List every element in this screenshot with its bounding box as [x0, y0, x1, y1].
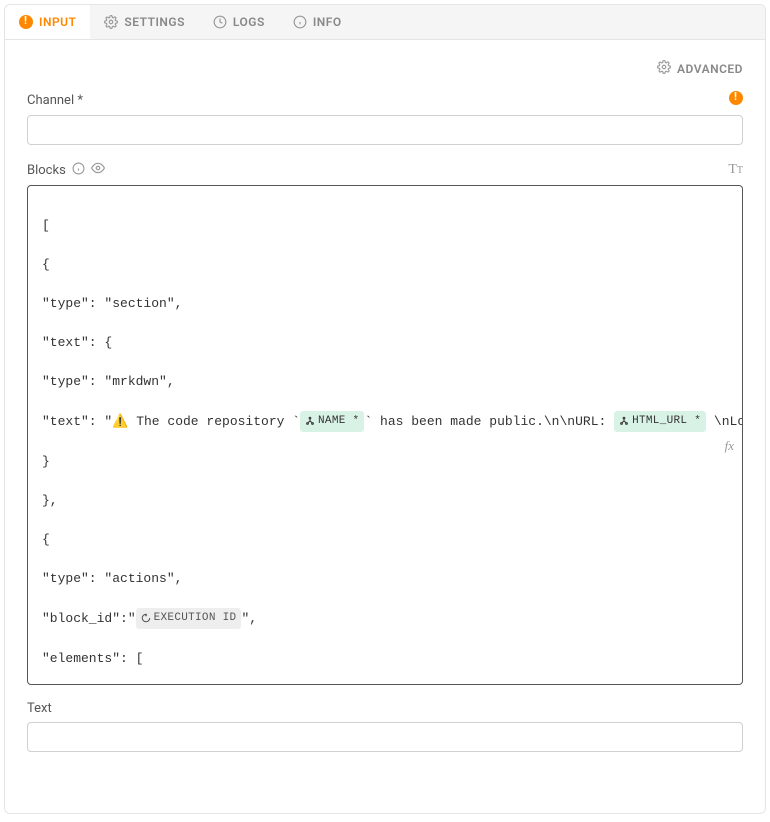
text-label: Text [27, 701, 52, 716]
channel-input[interactable] [27, 115, 743, 145]
tab-info[interactable]: INFO [279, 5, 356, 39]
code-line: { [42, 255, 728, 275]
tab-label: LOGS [233, 15, 265, 29]
fx-indicator[interactable]: fx [725, 436, 734, 456]
content-area: ADVANCED Channel * Blocks [5, 40, 765, 813]
gear-icon [657, 60, 671, 77]
blocks-code-editor[interactable]: [ { "type": "section", "text": { "type":… [27, 185, 743, 685]
code-line: "text": { [42, 333, 728, 353]
code-line: [ [42, 216, 728, 236]
clock-icon [213, 15, 227, 29]
blocks-label: Blocks [27, 163, 66, 178]
channel-label: Channel * [27, 93, 83, 108]
warning-icon [19, 15, 33, 29]
tab-label: INPUT [39, 15, 76, 29]
tab-bar: INPUT SETTINGS LOGS INFO [5, 5, 765, 40]
eye-icon[interactable] [91, 161, 105, 179]
text-field-group: Text [27, 701, 743, 752]
channel-field-group: Channel * [27, 91, 743, 145]
code-line: } [42, 452, 728, 472]
code-line: "type": "mrkdwn", [42, 372, 728, 392]
code-line: "text": "⚠️ The code repository `NAME *`… [42, 411, 728, 433]
gear-icon [104, 15, 118, 29]
code-line: { [42, 530, 728, 550]
input-panel: INPUT SETTINGS LOGS INFO [4, 4, 766, 814]
code-line: "elements": [ [42, 649, 728, 669]
tab-settings[interactable]: SETTINGS [90, 5, 199, 39]
code-line: "type": "actions", [42, 569, 728, 589]
text-format-icon[interactable]: TT [728, 162, 743, 178]
warning-icon [729, 91, 743, 109]
tab-label: INFO [313, 15, 342, 29]
code-line: "type": "section", [42, 294, 728, 314]
tab-label: SETTINGS [124, 15, 185, 29]
blocks-field-group: Blocks TT [ { "type": "section", "text":… [27, 161, 743, 685]
code-line: }, [42, 491, 728, 511]
blocks-code-wrapper: [ { "type": "section", "text": { "type":… [27, 185, 743, 685]
execution-id-variable-pill[interactable]: EXECUTION ID [136, 608, 242, 630]
advanced-label: ADVANCED [677, 62, 743, 76]
tab-logs[interactable]: LOGS [199, 5, 279, 39]
text-input[interactable] [27, 722, 743, 752]
info-icon[interactable] [72, 162, 85, 179]
name-variable-pill[interactable]: NAME * [300, 411, 364, 433]
advanced-toggle[interactable]: ADVANCED [657, 60, 743, 77]
html-url-variable-pill[interactable]: HTML_URL * [614, 411, 706, 433]
code-line: "block_id":"EXECUTION ID", [42, 608, 728, 630]
tab-input[interactable]: INPUT [5, 5, 90, 39]
info-icon [293, 15, 307, 29]
